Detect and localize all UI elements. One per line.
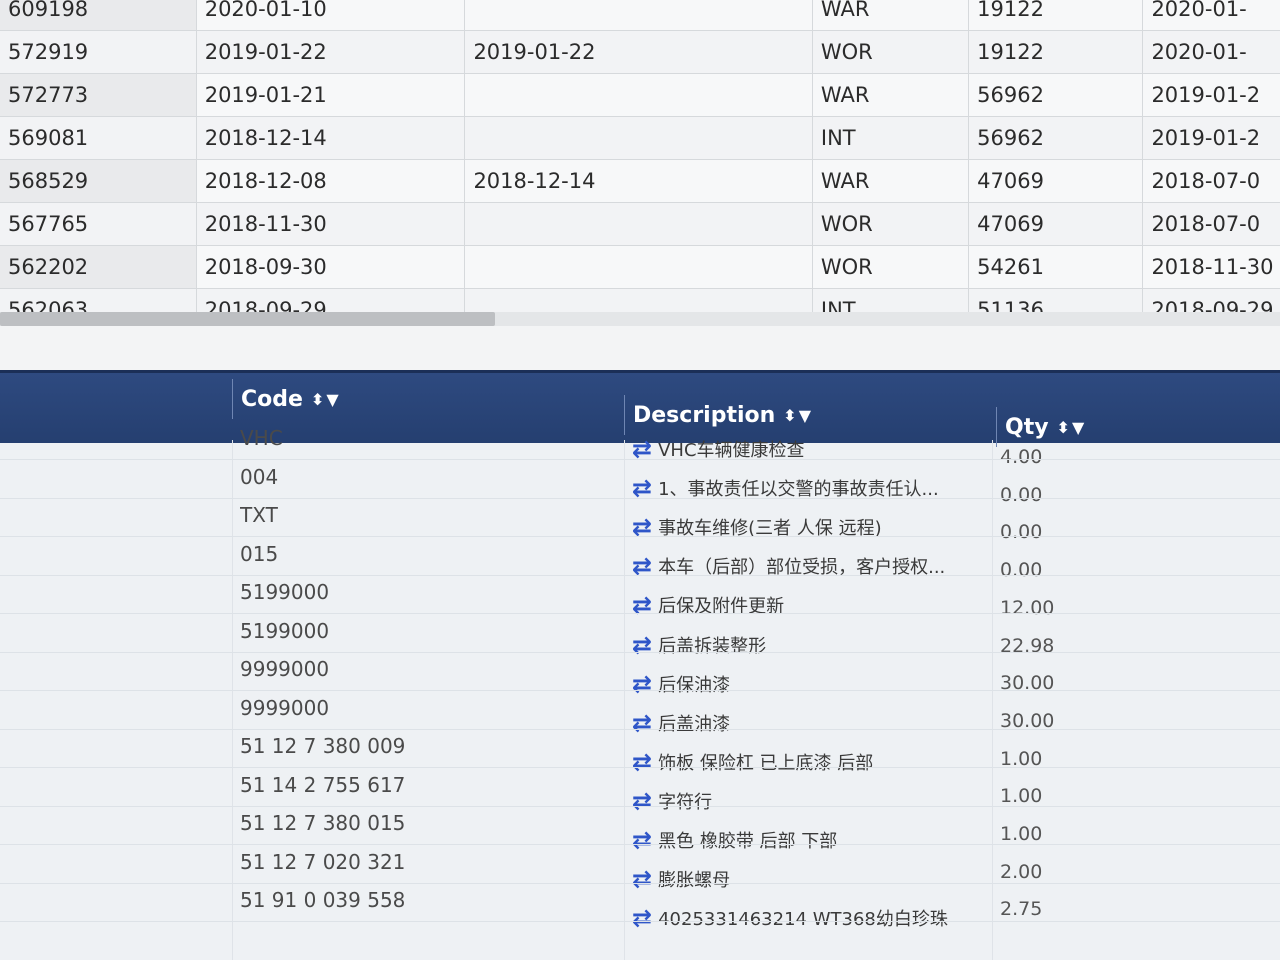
top-table-cell: 56962 bbox=[968, 116, 1144, 160]
top-table-cell: 47069 bbox=[968, 202, 1144, 246]
code-cell: 9999000 bbox=[240, 657, 330, 681]
swap-arrows-icon[interactable]: ⇄ bbox=[632, 906, 652, 930]
code-cell: 51 91 0 039 558 bbox=[240, 888, 406, 912]
horizontal-scrollbar[interactable] bbox=[0, 312, 1280, 326]
panel-gap bbox=[0, 326, 1280, 370]
top-table-cell: 568529 bbox=[0, 159, 197, 203]
horizontal-scrollbar-thumb[interactable] bbox=[0, 312, 495, 326]
top-table-cell: 2019-01-22 bbox=[196, 30, 466, 74]
top-table-cell bbox=[464, 116, 813, 160]
top-table-cell: 2020-01-10 bbox=[196, 0, 466, 31]
bottom-grid: Code ⬍ ▼ Description ⬍ ▼ Qty ⬍ ▼ VHC ⇄ VHC… bbox=[0, 370, 1280, 960]
top-table-cell: WAR bbox=[812, 73, 970, 117]
top-table-cell: 609198 bbox=[0, 0, 197, 31]
top-table-cell: 2018-12-14 bbox=[196, 116, 466, 160]
table-row[interactable]: 51 12 7 380 009 ⇄ 饰板 保险杠 已上底漆 后部 1.00 bbox=[0, 730, 1280, 774]
top-table-row[interactable]: 569081 2018-12-14 INT 56962 2019-01-2 bbox=[0, 116, 1280, 160]
top-table-cell bbox=[464, 73, 813, 117]
top-table-cell: 2018-12-14 bbox=[464, 159, 813, 203]
top-table-cell bbox=[464, 245, 813, 289]
top-table-cell: 2019-01-21 bbox=[196, 73, 466, 117]
swap-arrows-icon[interactable]: ⇄ bbox=[632, 476, 652, 500]
top-table-cell: 47069 bbox=[968, 159, 1144, 203]
column-header-code[interactable]: Code ⬍ ▼ bbox=[232, 379, 621, 419]
top-table-cell: 569081 bbox=[0, 116, 197, 160]
top-table-cell: WOR bbox=[812, 30, 970, 74]
top-table-cell bbox=[464, 202, 813, 246]
top-table-cell: WAR bbox=[812, 159, 970, 203]
table-row[interactable]: 51 14 2 755 617 ⇄ 字符行 1.00 bbox=[0, 769, 1280, 813]
top-table-cell: 572919 bbox=[0, 30, 197, 74]
swap-arrows-icon[interactable]: ⇄ bbox=[632, 437, 652, 461]
top-table: 609198 2020-01-10 WAR 19122 2020-01- 572919 20… bbox=[0, 0, 1280, 345]
code-cell: 51 12 7 020 321 bbox=[240, 849, 406, 874]
top-table-cell: WOR bbox=[812, 245, 970, 289]
top-table-cell: 2020-01- bbox=[1142, 0, 1280, 31]
top-table-cell: WAR bbox=[812, 0, 970, 31]
top-table-cell: 2018-07-0 bbox=[1142, 202, 1280, 246]
qty-cell: 1.00 bbox=[1000, 823, 1043, 845]
code-cell: 015 bbox=[240, 541, 279, 566]
top-table-cell: 2018-11-30 bbox=[196, 202, 466, 246]
table-row[interactable]: 004 ⇄ 1、事故责任以交警的事故责任认... 0.00 bbox=[0, 461, 1280, 506]
top-table-cell: 19122 bbox=[968, 0, 1144, 31]
table-row[interactable]: 51 91 0 039 558 ⇄ 4025331463214 WT368幼白珍珠 2… bbox=[0, 884, 1280, 930]
top-table-cell: 2019-01-22 bbox=[464, 30, 813, 74]
code-cell: 004 bbox=[240, 464, 279, 489]
code-cell: 5199000 bbox=[240, 580, 330, 604]
top-table-cell: 2020-01- bbox=[1142, 30, 1280, 74]
top-table-row[interactable]: 572773 2019-01-21 WAR 56962 2019-01-2 bbox=[0, 73, 1280, 117]
code-cell: 9999000 bbox=[240, 695, 330, 720]
table-row[interactable]: 51 12 7 020 321 ⇄ 膨胀螺母 2.00 bbox=[0, 846, 1280, 891]
top-table-cell: 2019-01-2 bbox=[1142, 73, 1280, 117]
top-table-cell: 567765 bbox=[0, 202, 197, 246]
top-table-row[interactable]: 572919 2019-01-22 2019-01-22 WOR 19122 2020-0… bbox=[0, 30, 1280, 74]
code-cell: 51 14 2 755 617 bbox=[240, 772, 406, 797]
top-table-row[interactable]: 609198 2020-01-10 WAR 19122 2020-01- bbox=[0, 0, 1280, 31]
qty-cell: 2.00 bbox=[1000, 860, 1043, 883]
table-row[interactable]: 015 ⇄ 本车（后部）部位受损，客户授权... 0.00 bbox=[0, 538, 1280, 581]
code-cell: 51 12 7 380 015 bbox=[240, 811, 406, 835]
top-table-row[interactable]: 562202 2018-09-30 WOR 54261 2018-11-30 bbox=[0, 245, 1280, 289]
table-row[interactable]: 51 12 7 380 015 ⇄ 黑色 橡胶带 后部 下部 1.00 bbox=[0, 807, 1280, 852]
filter-icon[interactable]: ▼ bbox=[326, 390, 338, 409]
table-row[interactable]: 9999000 ⇄ 后盖油漆 30.00 bbox=[0, 692, 1280, 735]
top-table-cell: 2018-07-0 bbox=[1142, 159, 1280, 203]
top-table-cell: 2018-11-30 bbox=[1142, 245, 1280, 289]
row-divider bbox=[0, 921, 1280, 922]
top-table-cell: 2019-01-2 bbox=[1142, 116, 1280, 160]
code-cell: TXT bbox=[240, 503, 278, 527]
top-table-row[interactable]: 567765 2018-11-30 WOR 47069 2018-07-0 bbox=[0, 202, 1280, 246]
table-row[interactable]: 5199000 ⇄ 后保及附件更新 12.00 bbox=[0, 576, 1280, 619]
top-table-cell: 19122 bbox=[968, 30, 1144, 74]
table-row[interactable]: 5199000 ⇄ 后盖拆装整形 22.98 bbox=[0, 615, 1280, 657]
code-cell: VHC bbox=[240, 426, 283, 450]
top-table-cell: INT bbox=[812, 116, 970, 160]
code-cell: 5199000 bbox=[240, 618, 330, 643]
top-table-cell: 2018-12-08 bbox=[196, 159, 466, 203]
qty-cell: 2.75 bbox=[1000, 898, 1043, 921]
top-table-cell: 54261 bbox=[968, 245, 1144, 289]
table-row[interactable]: TXT ⇄ 事故车维修(三者 人保 远程) 0.00 bbox=[0, 499, 1280, 543]
code-cell: 51 12 7 380 009 bbox=[240, 734, 406, 758]
top-table-cell bbox=[464, 0, 813, 31]
sort-icon[interactable]: ⬍ bbox=[311, 390, 324, 409]
top-table-cell: 56962 bbox=[968, 73, 1144, 117]
qty-cell: 1.00 bbox=[1000, 785, 1043, 808]
top-table-cell: 562202 bbox=[0, 245, 197, 289]
table-row[interactable]: 9999000 ⇄ 后保油漆 30.00 bbox=[0, 653, 1280, 696]
description-text: 4025331463214 WT368幼白珍珠 bbox=[658, 909, 948, 931]
top-table-cell: WOR bbox=[812, 202, 970, 246]
top-table-cell: 572773 bbox=[0, 73, 197, 117]
description-cell: ⇄ 4025331463214 WT368幼白珍珠 bbox=[632, 905, 982, 931]
top-table-cell: 2018-09-30 bbox=[196, 245, 466, 289]
table-row[interactable]: VHC ⇄ VHC车辆健康检查 4.00 bbox=[0, 422, 1280, 468]
top-grid: 609198 2020-01-10 WAR 19122 2020-01- 572919 20… bbox=[0, 0, 1280, 345]
top-table-row[interactable]: 568529 2018-12-08 2018-12-14 WAR 47069 2018-0… bbox=[0, 159, 1280, 203]
column-header-code-label: Code bbox=[241, 386, 303, 412]
